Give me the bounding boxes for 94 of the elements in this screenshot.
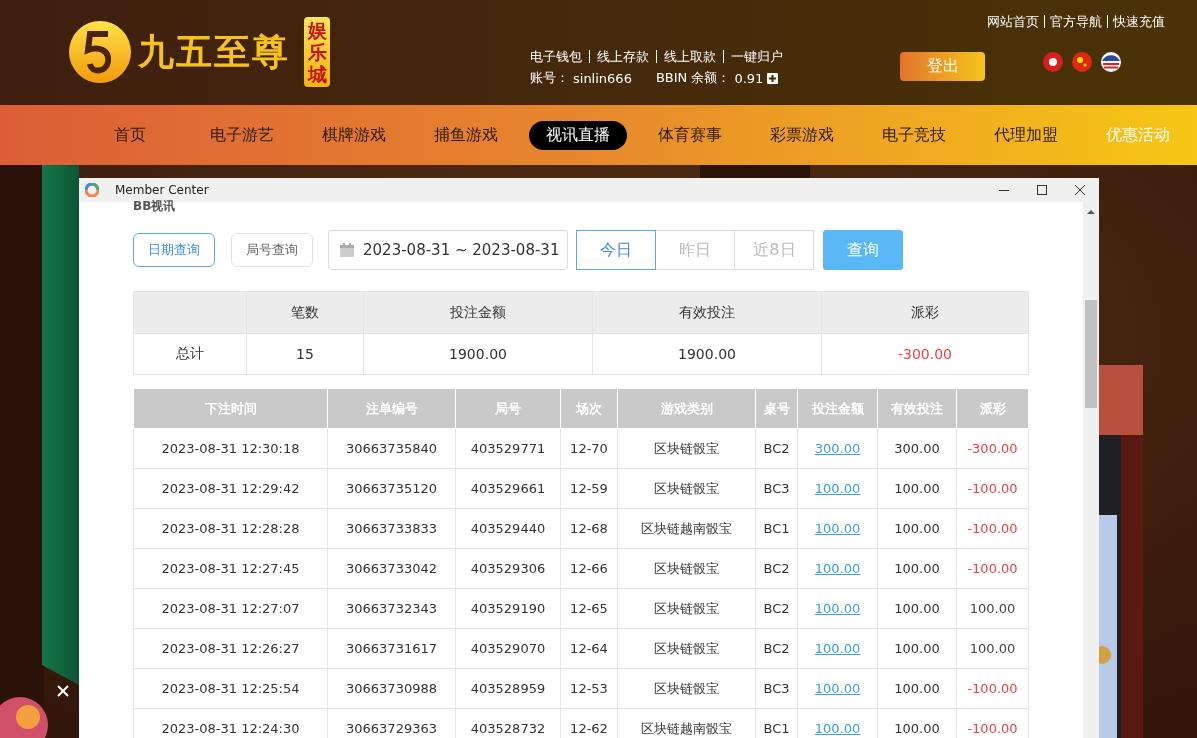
nav-tab[interactable]: 彩票游戏 [753, 120, 851, 150]
table-cell: 100.00 [877, 628, 957, 669]
top-link[interactable]: 网站首页 [982, 15, 1044, 28]
table-cell: BC2 [755, 628, 798, 669]
top-link[interactable]: 官方导航 [1044, 15, 1107, 28]
table-cell: 区块链骰宝 [617, 428, 756, 469]
table-cell: 100.00 [877, 588, 957, 629]
table-cell: 100.00 [877, 668, 957, 709]
nav-tab[interactable]: 棋牌游戏 [305, 120, 403, 150]
table-cell: 403529190 [455, 588, 561, 629]
table-cell: 100.00 [956, 628, 1029, 669]
nav-tab[interactable]: 首页 [97, 120, 163, 150]
nav-tab[interactable]: 捕鱼游戏 [417, 120, 515, 150]
logo-badge: 娱乐城 [304, 17, 330, 87]
column-header: 有效投注 [592, 291, 822, 334]
table-cell: 30663735840 [327, 428, 456, 469]
query-mode-tab[interactable]: 局号查询 [231, 233, 313, 267]
table-cell: 1900.00 [363, 333, 593, 375]
wallet-link[interactable]: 线上取款 [656, 50, 723, 63]
table-cell: 2023-08-31 12:28:28 [133, 508, 328, 549]
table-cell: 403529306 [455, 548, 561, 589]
table-cell: 2023-08-31 12:25:54 [133, 668, 328, 709]
account-name: sinlin666 [573, 70, 632, 86]
query-mode-tab[interactable]: 日期查询 [133, 233, 215, 267]
table-cell: 403529070 [455, 628, 561, 669]
table-cell: BC1 [755, 508, 798, 549]
table-cell: 403529440 [455, 508, 561, 549]
dialog-title: BB视讯 [133, 200, 177, 210]
table-cell: 12-53 [560, 668, 618, 709]
table-cell: 30663730988 [327, 668, 456, 709]
table-cell: -100.00 [956, 468, 1029, 509]
table-cell: 12-66 [560, 548, 618, 589]
balance-value: 0.91 [734, 70, 764, 86]
table-cell: 2023-08-31 12:27:07 [133, 588, 328, 629]
table-cell: 总计 [133, 333, 247, 375]
table-cell: 403528959 [455, 668, 561, 709]
table-cell: 100.00 [956, 588, 1029, 629]
nav-tab[interactable]: 体育赛事 [641, 120, 739, 150]
table-cell: 12-59 [560, 468, 618, 509]
table-cell: 区块链越南骰宝 [617, 508, 756, 549]
table-cell: 区块链骰宝 [617, 668, 756, 709]
table-cell: 12-68 [560, 508, 618, 549]
table-cell: 12-65 [560, 588, 618, 629]
table-cell: 15 [246, 333, 364, 375]
table-cell: 2023-08-31 12:24:30 [133, 708, 328, 738]
table-cell: 30663732343 [327, 588, 456, 629]
table-cell: 100.00 [877, 508, 957, 549]
table-cell: 30663733833 [327, 508, 456, 549]
nav-tab[interactable]: 视讯直播 [529, 120, 627, 150]
table-cell: -100.00 [956, 508, 1029, 549]
table-cell: BC3 [755, 468, 798, 509]
date-range-tab[interactable]: 今日 [576, 230, 657, 270]
table-cell: 区块链骰宝 [617, 548, 756, 589]
table-cell: -300.00 [956, 428, 1029, 469]
balance-label: BBIN 余额： [655, 69, 731, 87]
table-cell: 2023-08-31 12:29:42 [133, 468, 328, 509]
table-cell: BC2 [755, 588, 798, 629]
logo-text: 九五至尊 [138, 28, 290, 74]
account-label: 账号： [530, 69, 569, 87]
table-cell: 30663735120 [327, 468, 456, 509]
table-cell: 100.00 [877, 548, 957, 589]
table-cell: 2023-08-31 12:26:27 [133, 628, 328, 669]
column-header: 投注金额 [363, 291, 593, 334]
date-range-field[interactable]: 2023-08-31 ~ 2023-08-31 [328, 230, 569, 270]
window-title: Member Center [115, 183, 209, 197]
table-cell: 403529661 [455, 468, 561, 509]
table-cell: -100.00 [956, 548, 1029, 589]
table-cell: 100.00 [877, 468, 957, 509]
table-cell: 30663733042 [327, 548, 456, 589]
table-cell: 区块链骰宝 [617, 588, 756, 629]
wallet-link[interactable]: 线上存款 [589, 50, 656, 63]
table-cell: -100.00 [956, 668, 1029, 709]
table-cell: 12-70 [560, 428, 618, 469]
table-cell: 403529771 [455, 428, 561, 469]
wallet-link[interactable]: 电子钱包 [530, 50, 589, 63]
table-cell: -300.00 [821, 333, 1029, 375]
table-cell: 2023-08-31 12:27:45 [133, 548, 328, 589]
table-cell: BC2 [755, 548, 798, 589]
nav-tab[interactable]: 电子游艺 [193, 120, 291, 150]
column-header: 派彩 [821, 291, 1029, 334]
table-cell: 区块链骰宝 [617, 468, 756, 509]
top-link[interactable]: 快速充值 [1107, 15, 1170, 28]
table-cell: 1900.00 [592, 333, 822, 375]
nav-tab[interactable]: 电子竞技 [865, 120, 963, 150]
table-cell: BC2 [755, 428, 798, 469]
table-cell: 2023-08-31 12:30:18 [133, 428, 328, 469]
table-cell: 区块链骰宝 [617, 628, 756, 669]
table-cell: BC3 [755, 668, 798, 709]
column-header: 笔数 [246, 291, 364, 334]
nav-tab[interactable]: 代理加盟 [977, 120, 1075, 150]
table-cell: 12-64 [560, 628, 618, 669]
wallet-link[interactable]: 一键归户 [723, 50, 790, 63]
table-cell: 30663731617 [327, 628, 456, 669]
table-cell: 300.00 [877, 428, 957, 469]
